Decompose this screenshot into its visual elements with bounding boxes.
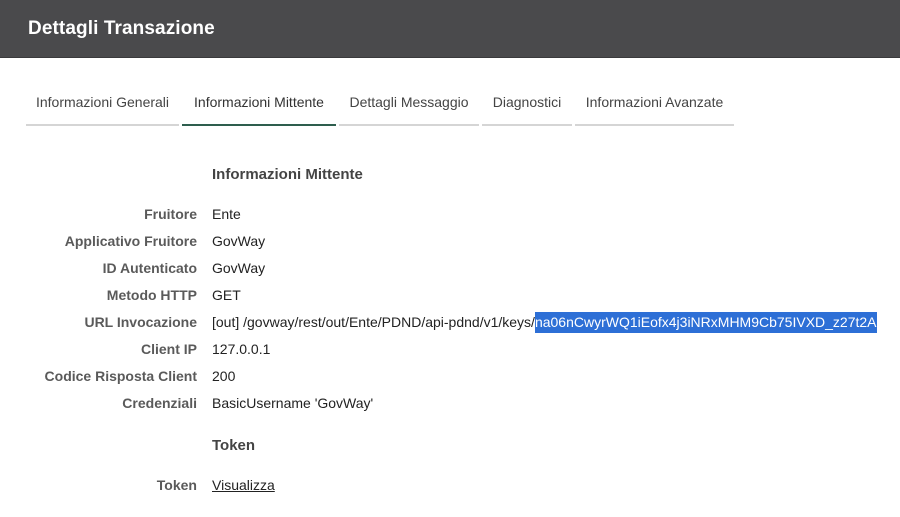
field-value: GovWay [212, 233, 266, 249]
page-header: Dettagli Transazione [0, 0, 900, 58]
field-value: BasicUsername 'GovWay' [212, 395, 374, 411]
field-row-token: Token Visualizza [0, 477, 900, 497]
field-row-applicativo-fruitore: Applicativo Fruitore GovWay [0, 233, 900, 253]
field-label: Token [156, 477, 197, 493]
field-label: Metodo HTTP [106, 287, 197, 303]
field-value-url[interactable]: [out] /govway/rest/out/Ente/PDND/api-pdn… [212, 312, 877, 333]
field-value: Ente [212, 206, 241, 222]
field-label: Client IP [140, 341, 197, 357]
field-value: 200 [212, 368, 236, 384]
visualizza-token-link[interactable]: Visualizza [212, 477, 275, 493]
field-label: URL Invocazione [84, 314, 197, 330]
field-value: GET [212, 287, 241, 303]
field-row-url-invocazione: URL Invocazione [out] /govway/rest/out/E… [0, 312, 900, 334]
tab-dettagli-messaggio[interactable]: Dettagli Messaggio [339, 86, 479, 126]
page-title: Dettagli Transazione [28, 18, 215, 39]
field-value: 127.0.0.1 [212, 341, 271, 357]
field-row-credenziali: Credenziali BasicUsername 'GovWay' [0, 395, 900, 415]
field-row-client-ip: Client IP 127.0.0.1 [0, 341, 900, 361]
field-label: Credenziali [122, 395, 197, 411]
field-label: ID Autenticato [102, 260, 197, 276]
field-row-metodo-http: Metodo HTTP GET [0, 287, 900, 307]
section-title-mittente: Informazioni Mittente [212, 166, 363, 183]
field-label: Fruitore [144, 206, 197, 222]
url-prefix: [out] /govway/rest/out/Ente/PDND/api-pdn… [212, 314, 535, 330]
field-row-id-autenticato: ID Autenticato GovWay [0, 260, 900, 280]
field-label: Applicativo Fruitore [64, 233, 197, 249]
field-row-codice-risposta-client: Codice Risposta Client 200 [0, 368, 900, 388]
field-value: GovWay [212, 260, 266, 276]
tab-informazioni-avanzate[interactable]: Informazioni Avanzate [575, 86, 734, 126]
tab-informazioni-generali[interactable]: Informazioni Generali [26, 86, 179, 126]
selected-text-highlight[interactable]: na06nCwyrWQ1iEofx4j3iNRxMHM9Cb75IVXD_z27… [534, 312, 877, 333]
tab-diagnostici[interactable]: Diagnostici [482, 86, 572, 126]
field-row-fruitore: Fruitore Ente [0, 206, 900, 226]
tab-informazioni-mittente[interactable]: Informazioni Mittente [182, 86, 336, 126]
section-title-token: Token [212, 437, 256, 454]
field-label: Codice Risposta Client [44, 368, 197, 384]
